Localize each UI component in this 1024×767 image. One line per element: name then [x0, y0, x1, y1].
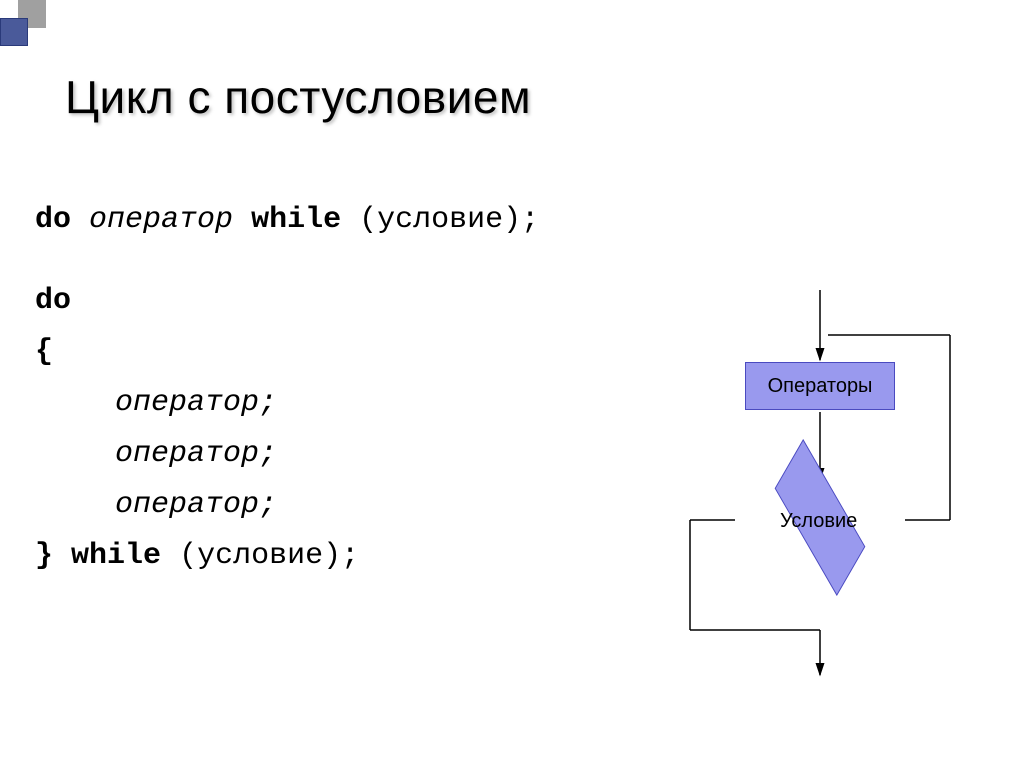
blank-line	[35, 246, 539, 276]
code-line-1: do оператор while (условие);	[35, 195, 539, 246]
kw-do: do	[35, 203, 71, 237]
code-open-brace: {	[35, 327, 539, 378]
slide-title: Цикл с постусловием	[65, 70, 531, 124]
corner-decoration	[0, 0, 70, 50]
code-cond-2: (условие);	[179, 539, 359, 573]
flowchart-diagram: Операторы Условие	[650, 290, 990, 690]
code-block: do оператор while (условие); do { операт…	[35, 195, 539, 582]
deco-square-blue	[0, 18, 28, 46]
flowchart-process-box: Операторы	[745, 362, 895, 410]
slide: Цикл с постусловием do оператор while (у…	[0, 0, 1024, 767]
kw-while-2: while	[71, 539, 161, 573]
code-close-brace: }	[35, 539, 53, 573]
code-line-do: do	[35, 276, 539, 327]
code-operator: оператор	[89, 203, 233, 237]
code-line-end: } while (условие);	[35, 531, 539, 582]
code-op-3: оператор;	[35, 480, 539, 531]
decision-label: Условие	[780, 510, 857, 533]
code-op-1: оператор;	[35, 378, 539, 429]
code-cond: (условие);	[359, 203, 539, 237]
process-label: Операторы	[768, 375, 873, 398]
kw-while: while	[251, 203, 341, 237]
code-op-2: оператор;	[35, 429, 539, 480]
